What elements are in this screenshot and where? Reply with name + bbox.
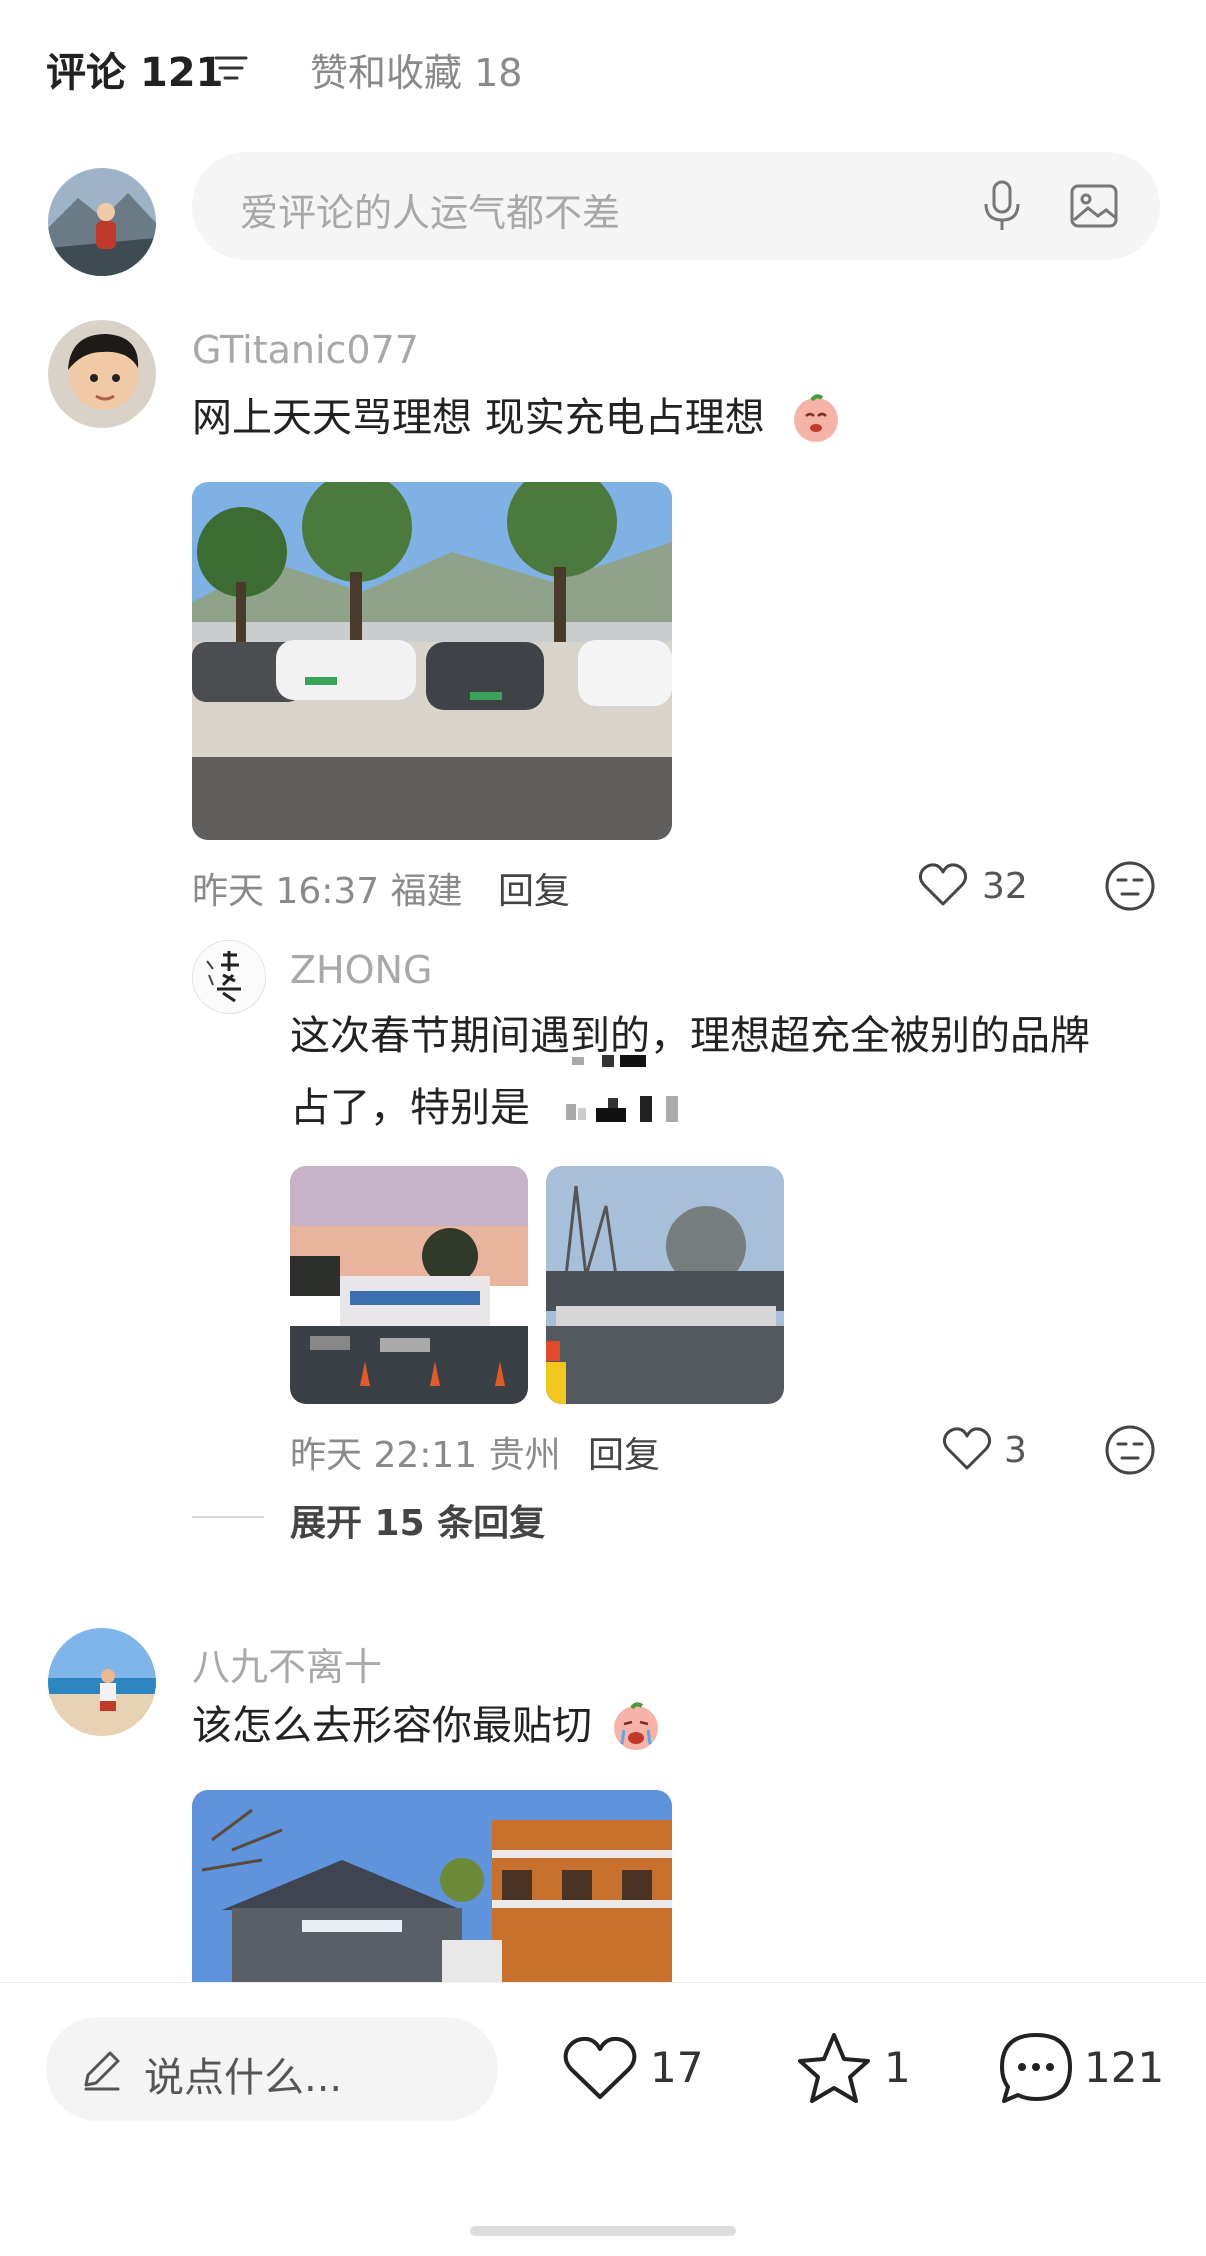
expand-replies-button[interactable]: 展开 15 条回复 — [290, 1494, 545, 1546]
avatar[interactable] — [48, 320, 156, 428]
compose-comment-button[interactable]: 说点什么... — [46, 2017, 498, 2121]
reply-photo[interactable] — [546, 1166, 784, 1404]
post-favorite-count: 1 — [884, 2043, 911, 2092]
censored-text — [568, 1052, 648, 1067]
tab-comments[interactable]: 评论 121 — [46, 40, 223, 98]
my-avatar[interactable] — [48, 168, 156, 276]
heart-icon[interactable] — [942, 1426, 992, 1472]
comment-username[interactable]: GTitanic077 — [192, 328, 419, 372]
like-count: 3 — [1004, 1430, 1027, 1471]
tab-comments-count: 121 — [139, 50, 224, 96]
pencil-icon — [84, 2051, 120, 2091]
post-comment-count: 121 — [1084, 2043, 1165, 2092]
tab-likes-favorites[interactable]: 赞和收藏 18 — [310, 42, 522, 97]
censored-text — [566, 1094, 680, 1124]
reply-button[interactable]: 回复 — [588, 1426, 660, 1478]
reply-time-location: 昨天 22:11 贵州 — [290, 1435, 561, 1476]
image-icon[interactable] — [1068, 180, 1120, 232]
dislike-face-icon[interactable] — [1104, 1424, 1156, 1476]
compose-label: 说点什么... — [144, 2055, 343, 2101]
reply-text-line: 占了，特别是 — [290, 1085, 530, 1131]
comment-photo[interactable] — [192, 482, 672, 840]
comment-input-placeholder: 爱评论的人运气都不差 — [240, 191, 621, 235]
comment-text: 该怎么去形容你最贴切 — [192, 1703, 592, 1749]
comment-input[interactable]: 爱评论的人运气都不差 — [192, 152, 1160, 260]
heart-icon[interactable] — [918, 862, 968, 908]
emoji-icon — [794, 394, 838, 442]
sort-icon[interactable] — [214, 54, 248, 84]
divider — [192, 1516, 264, 1518]
comment-bubble-icon[interactable] — [996, 2029, 1076, 2109]
comment-text-content: 网上天天骂理想 现实充电占理想 — [192, 395, 765, 441]
tab-comments-label: 评论 — [46, 50, 126, 96]
dislike-face-icon[interactable] — [1104, 860, 1156, 912]
comment-username[interactable]: 八九不离十 — [192, 1636, 382, 1691]
comment-photo[interactable] — [192, 1790, 672, 1982]
heart-icon[interactable] — [562, 2035, 638, 2103]
avatar[interactable] — [192, 940, 266, 1014]
like-count: 32 — [982, 866, 1028, 907]
reply-photo[interactable] — [290, 1166, 528, 1404]
post-like-count: 17 — [650, 2043, 704, 2092]
star-icon[interactable] — [796, 2031, 872, 2105]
comment-text: 网上天天骂理想 现实充电占理想 — [192, 388, 765, 448]
home-indicator[interactable] — [470, 2226, 736, 2236]
avatar[interactable] — [48, 1628, 156, 1736]
microphone-icon[interactable] — [978, 178, 1026, 234]
bottom-action-bar: 说点什么... 17 1 121 — [0, 1982, 1206, 2256]
emoji-icon — [614, 1702, 658, 1750]
reply-button[interactable]: 回复 — [498, 862, 570, 914]
comment-time-location: 昨天 16:37 福建 — [192, 871, 463, 912]
reply-username[interactable]: ZHONG — [290, 948, 432, 992]
reply-text-line: 这次春节期间遇到的，理想超充全被别的品牌 — [290, 1013, 1090, 1059]
